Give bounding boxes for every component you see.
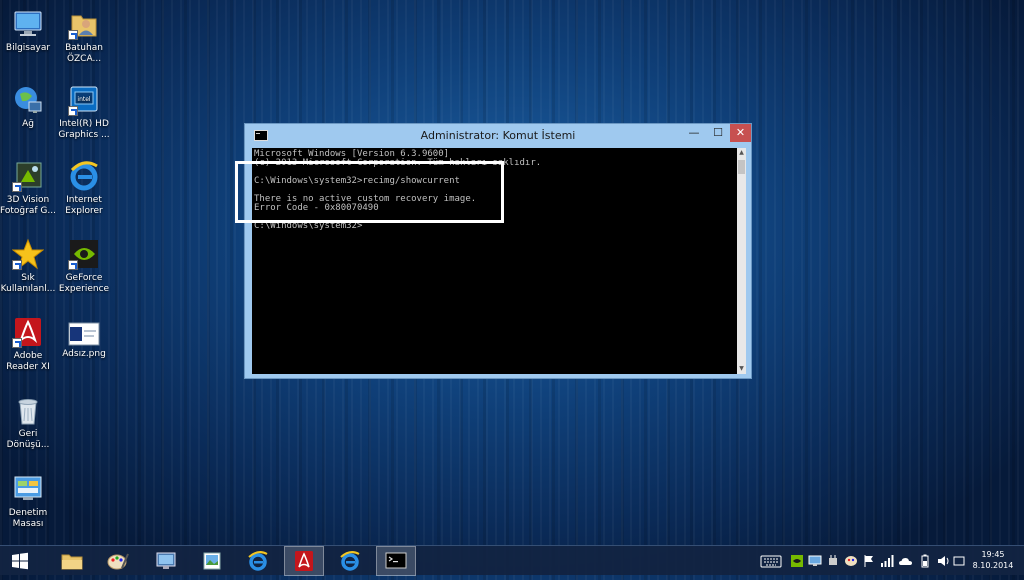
windows-logo-icon — [12, 552, 28, 570]
internet-explorer-icon — [248, 551, 268, 571]
shortcut-arrow-icon — [68, 106, 78, 116]
network-icon — [12, 84, 44, 116]
scroll-up-arrow-icon[interactable]: ▲ — [737, 148, 746, 158]
desktop-icon-adobe-reader[interactable]: Adobe Reader XI — [0, 316, 59, 373]
clock-time: 19:45 — [981, 550, 1005, 559]
desktop-icon-label: Internet Explorer — [65, 195, 103, 216]
paint-tray-icon[interactable] — [844, 554, 858, 568]
battery-icon[interactable] — [918, 554, 932, 568]
maximize-button[interactable]: ☐ — [706, 124, 730, 142]
desktop-icon-label: 3D Vision Fotoğraf G... — [0, 195, 56, 216]
recycle-bin-icon — [12, 394, 44, 426]
desktop-icon-network[interactable]: Ağ — [0, 84, 59, 130]
desktop-icon-label: Bilgisayar — [5, 43, 51, 53]
usb-tray-icon[interactable] — [826, 554, 840, 568]
onedrive-icon[interactable] — [898, 554, 914, 568]
taskbar-adobe-reader[interactable] — [284, 546, 324, 576]
adobe-reader-icon — [12, 316, 44, 348]
desktop-icon-favorites[interactable]: Sık Kullanılanl... — [0, 238, 59, 295]
scroll-down-arrow-icon[interactable]: ▼ — [737, 364, 746, 374]
taskbar: 19:45 8.10.2014 — [0, 545, 1024, 576]
photo-icon — [203, 552, 221, 570]
intel-graphics-icon: intel — [68, 84, 100, 116]
volume-icon[interactable] — [936, 554, 950, 568]
clock-date: 8.10.2014 — [972, 561, 1014, 570]
taskbar-internet-explorer[interactable] — [238, 546, 278, 576]
shortcut-arrow-icon — [68, 260, 78, 270]
display-tray-icon[interactable] — [808, 554, 822, 568]
taskbar-file-explorer[interactable] — [52, 546, 92, 576]
start-button[interactable] — [0, 546, 40, 576]
computer-icon — [12, 8, 44, 40]
desktop-icon-label: Sık Kullanılanl... — [0, 273, 56, 294]
shortcut-arrow-icon — [12, 260, 22, 270]
desktop-icon-label: Intel(R) HD Graphics ... — [58, 119, 110, 140]
geforce-icon — [68, 238, 100, 270]
highlight-annotation-box — [235, 161, 504, 223]
shortcut-arrow-icon — [68, 30, 78, 40]
taskbar-remote-desktop[interactable] — [146, 546, 186, 576]
taskbar-internet-explorer-2[interactable] — [330, 546, 370, 576]
taskbar-paint[interactable] — [98, 546, 138, 576]
desktop-icon-label: Ağ — [22, 119, 34, 129]
minimize-button[interactable]: — — [682, 124, 706, 142]
vertical-scrollbar[interactable]: ▲ ▼ — [737, 148, 746, 374]
shortcut-arrow-icon — [12, 182, 22, 192]
svg-text:intel: intel — [77, 96, 91, 103]
paint-icon — [107, 553, 129, 570]
cmd-icon — [385, 552, 407, 569]
taskbar-command-prompt[interactable] — [376, 546, 416, 576]
nvidia-tray-icon[interactable] — [790, 554, 804, 568]
network-tray-icon[interactable] — [880, 554, 894, 568]
3d-vision-icon — [12, 160, 44, 192]
user-folder-icon — [68, 8, 100, 40]
desktop-icon-label: Batuhan ÖZCA... — [65, 43, 103, 64]
internet-explorer-icon — [68, 160, 100, 192]
window-titlebar[interactable]: Administrator: Komut İstemi — ☐ ✕ — [245, 124, 751, 148]
desktop-icon-label: GeForce Experience — [58, 273, 110, 294]
close-button[interactable]: ✕ — [730, 124, 751, 142]
flag-notification-icon[interactable] — [862, 554, 876, 568]
language-tray-icon[interactable] — [952, 554, 966, 568]
desktop-icon-user-folder[interactable]: Batuhan ÖZCA... — [53, 8, 115, 65]
desktop: Bilgisayar Ağ 3D Vision Fotoğraf G... Sı… — [0, 0, 1024, 545]
keyboard-icon[interactable] — [760, 554, 782, 568]
taskbar-photo-viewer[interactable] — [192, 546, 232, 576]
desktop-icon-control-panel[interactable]: Denetim Masası — [0, 473, 59, 530]
internet-explorer-icon — [340, 551, 360, 571]
desktop-icon-intel-graphics[interactable]: intel Intel(R) HD Graphics ... — [53, 84, 115, 141]
desktop-icon-recycle-bin[interactable]: Geri Dönüşü... — [0, 394, 59, 451]
adobe-reader-icon — [295, 551, 313, 571]
favorites-star-icon — [11, 238, 45, 270]
console-prompt-line: C:\Windows\system32> — [254, 221, 363, 231]
desktop-icon-3d-vision[interactable]: 3D Vision Fotoğraf G... — [0, 160, 59, 217]
scroll-thumb[interactable] — [738, 160, 745, 174]
control-panel-icon — [12, 473, 44, 505]
folder-icon — [61, 554, 83, 570]
desktop-icon-label: Denetim Masası — [8, 508, 48, 529]
system-clock[interactable]: 19:45 8.10.2014 — [968, 549, 1018, 571]
desktop-icon-label: Geri Dönüşü... — [6, 429, 50, 450]
shortcut-arrow-icon — [12, 338, 22, 348]
desktop-icon-computer[interactable]: Bilgisayar — [0, 8, 59, 54]
window-title: Administrator: Komut İstemi — [420, 129, 576, 142]
desktop-icon-label: Adsız.png — [62, 349, 106, 359]
desktop-icon-geforce[interactable]: GeForce Experience — [53, 238, 115, 295]
desktop-icon-image-file[interactable]: Adsız.png — [53, 322, 115, 360]
desktop-icon-label: Adobe Reader XI — [6, 351, 50, 372]
monitor-icon — [156, 552, 176, 569]
image-file-icon — [68, 322, 100, 346]
desktop-icon-internet-explorer[interactable]: Internet Explorer — [53, 160, 115, 217]
